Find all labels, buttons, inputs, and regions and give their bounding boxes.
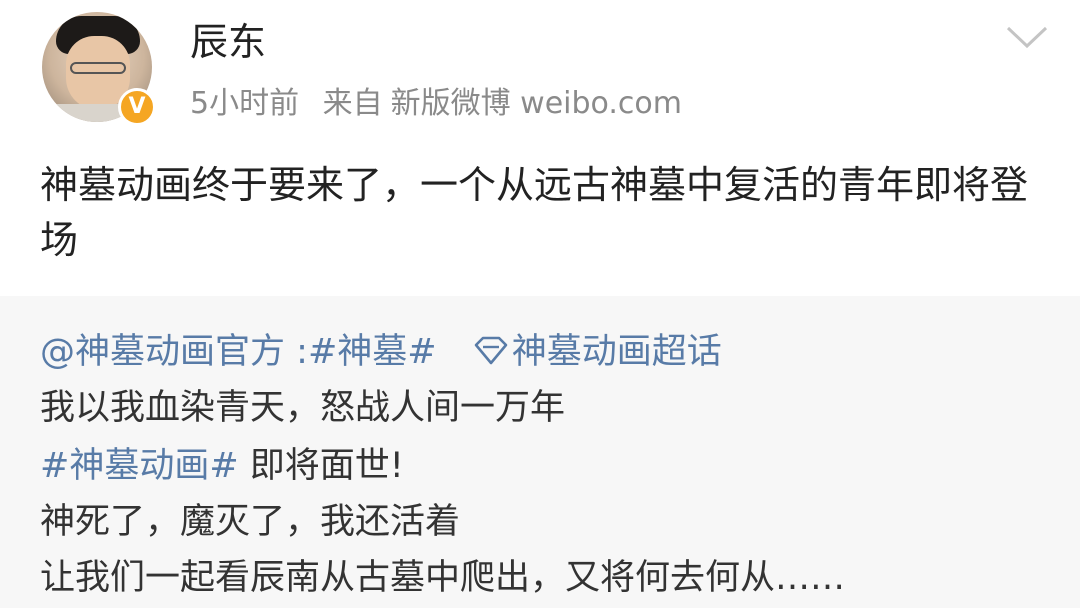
repost-line-3-text: 即将面世! xyxy=(238,446,404,486)
username[interactable]: 辰东 xyxy=(190,18,266,66)
source-prefix: 来自 xyxy=(322,86,383,121)
hashtag-link[interactable]: #神墓# xyxy=(308,332,437,372)
post-time: 5小时前 xyxy=(190,86,300,121)
post-source: 新版微博 weibo.com xyxy=(390,86,682,121)
supertopic-label: 神墓动画超话 xyxy=(511,332,722,372)
repost-line-2: 我以我血染青天，怒战人间一万年 xyxy=(40,388,566,428)
post-meta: 5小时前 来自 新版微博 weibo.com xyxy=(190,84,696,124)
mention-colon: : xyxy=(285,332,308,372)
repost-line-5: 让我们一起看辰南从古墓中爬出，又将何去何从…… xyxy=(40,558,846,598)
post-header: V 辰东 5小时前 来自 新版微博 weibo.com xyxy=(0,0,1080,140)
repost-line-3: #神墓动画# 即将面世! xyxy=(40,440,404,492)
chevron-down-icon[interactable] xyxy=(1004,22,1050,52)
diamond-icon xyxy=(474,336,508,365)
repost-header-line: @神墓动画官方 :#神墓# 神墓动画超话 xyxy=(40,326,722,378)
hashtag-link-2[interactable]: #神墓动画# xyxy=(40,446,239,486)
post-text: 神墓动画终于要来了，一个从远古神墓中复活的青年即将登场 xyxy=(40,163,1029,262)
repost-line-4: 神死了，魔灭了，我还活着 xyxy=(40,502,461,542)
supertopic-link[interactable]: 神墓动画超话 xyxy=(474,332,722,372)
mention-link[interactable]: @神墓动画官方 xyxy=(40,332,285,372)
verified-badge-icon: V xyxy=(118,88,156,126)
repost-card[interactable]: @神墓动画官方 :#神墓# 神墓动画超话 我以我血染青天，怒战人间一万年 #神墓… xyxy=(0,296,1080,608)
